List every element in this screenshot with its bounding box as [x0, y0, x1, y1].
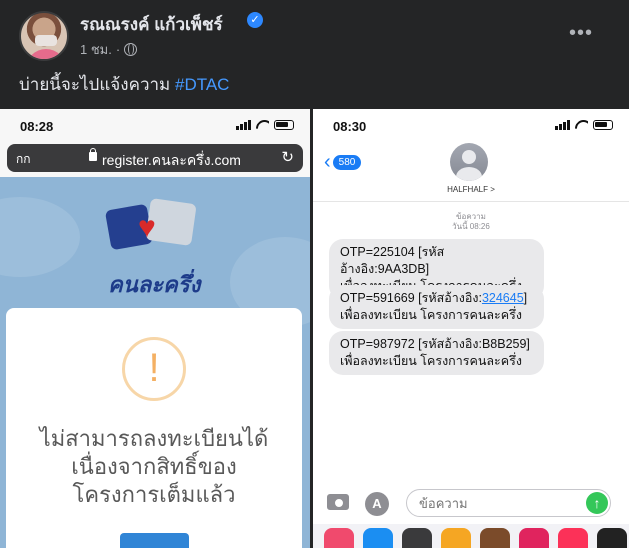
post-meta: 1 ชม. · — [80, 39, 138, 60]
imessage-app-icon[interactable] — [480, 528, 510, 548]
error-modal: ! ไม่สามารถลงทะเบียนได้ เนื่องจากสิทธิ์ข… — [6, 308, 302, 548]
imessage-app-tray — [313, 524, 629, 548]
date-label-line-1: ข้อความ — [456, 212, 486, 221]
status-time: 08:30 — [333, 119, 367, 134]
date-label: ข้อความ วันนี้ 08:26 — [313, 212, 629, 232]
message-bubble[interactable]: OTP=987972 [รหัสอ้างอิง:B8B259] เพื่อลงท… — [329, 331, 544, 375]
imessage-app-icon[interactable] — [324, 528, 354, 548]
reload-icon[interactable]: ↻ — [281, 148, 294, 166]
message-phone-link[interactable]: 324645 — [482, 291, 524, 305]
imessage-app-icon[interactable] — [402, 528, 432, 548]
verified-badge-icon: ✓ — [247, 12, 263, 28]
message-composer: A ↑ — [313, 484, 629, 524]
imessage-app-icon[interactable] — [363, 528, 393, 548]
message-otp-suffix: ] — [523, 291, 528, 305]
post-time[interactable]: 1 ชม. — [80, 39, 112, 60]
status-icons — [555, 120, 613, 130]
warning-icon: ! — [122, 337, 186, 401]
chevron-left-icon: ‹ — [324, 151, 331, 173]
contact-name[interactable]: HALFHALF > — [313, 185, 629, 194]
meta-separator: · — [115, 42, 121, 57]
puzzle-logo: ♥ — [104, 198, 200, 267]
more-horizontal-icon[interactable]: ••• — [569, 22, 593, 45]
caption-text: บ่ายนี้จะไปแจ้งความ — [19, 75, 171, 94]
camera-icon[interactable] — [327, 494, 349, 510]
message-line-1: OTP=225104 [รหัสอ้างอิง:9AA3DB] — [340, 244, 533, 278]
hashtag-link[interactable]: #DTAC — [175, 75, 229, 94]
wifi-icon — [256, 120, 269, 130]
facebook-post: รณณรงค์ แก้วเพ็ชร์ ✓ 1 ชม. · ••• บ่ายนี้… — [0, 0, 629, 548]
unread-count-badge: 580 — [332, 154, 362, 170]
avatar-mask — [35, 35, 57, 46]
author-avatar[interactable] — [19, 11, 69, 61]
imessage-app-icon[interactable] — [597, 528, 627, 548]
modal-message: ไม่สามารถลงทะเบียนได้ เนื่องจากสิทธิ์ของ… — [6, 425, 302, 509]
status-time: 08:28 — [20, 119, 54, 134]
contact-avatar-icon[interactable] — [450, 143, 488, 181]
globe-icon[interactable] — [124, 43, 138, 56]
wifi-icon — [575, 120, 588, 130]
date-label-line-2: วันนี้ 08:26 — [452, 222, 490, 231]
post-caption: บ่ายนี้จะไปแจ้งความ #DTAC — [19, 71, 229, 98]
message-line-1: OTP=591669 [รหัสอ้างอิง:324645] — [340, 290, 533, 307]
author-name[interactable]: รณณรงค์ แก้วเพ็ชร์ — [80, 11, 223, 38]
message-line-1: OTP=987972 [รหัสอ้างอิง:B8B259] — [340, 336, 533, 353]
message-input[interactable] — [406, 489, 611, 517]
status-icons — [236, 120, 294, 130]
app-store-icon[interactable]: A — [365, 492, 389, 516]
battery-icon — [593, 120, 613, 130]
back-button[interactable]: ‹ 580 — [324, 151, 362, 173]
modal-ok-button[interactable] — [120, 533, 189, 548]
message-bubble[interactable]: OTP=591669 [รหัสอ้างอิง:324645] เพื่อลงท… — [329, 285, 544, 329]
messages-screenshot[interactable]: 08:30 ‹ 580 HALFHALF > ข้อความ วันนี้ 08… — [313, 109, 629, 548]
message-otp-text: OTP=591669 [รหัสอ้างอิง: — [340, 291, 482, 305]
status-bar: 08:28 — [0, 109, 310, 141]
lock-icon — [89, 148, 97, 161]
heart-icon: ♥ — [138, 211, 156, 244]
modal-line-2: เนื่องจากสิทธิ์ของ — [71, 454, 237, 479]
imessage-app-icon[interactable] — [441, 528, 471, 548]
imessage-app-icon[interactable] — [519, 528, 549, 548]
signal-icon — [236, 120, 251, 130]
avatar-shirt — [26, 49, 66, 59]
reader-mode-button[interactable]: กก — [16, 150, 31, 169]
url-text[interactable]: register.คนละครึ่ง.com — [102, 150, 241, 172]
header-divider — [313, 201, 629, 202]
message-otp-text: OTP=225104 [รหัสอ้างอิง:9AA3DB] — [340, 245, 445, 276]
imessage-app-icon[interactable] — [558, 528, 588, 548]
address-bar[interactable]: กก register.คนละครึ่ง.com ↻ — [7, 144, 303, 172]
modal-line-3: โครงการเต็มแล้ว — [72, 482, 236, 507]
browser-screenshot[interactable]: 08:28 กก register.คนละครึ่ง.com ↻ ♥ คนละ… — [0, 109, 310, 548]
message-line-2: เพื่อลงทะเบียน โครงการคนละครึ่ง — [340, 308, 522, 322]
send-arrow-icon[interactable]: ↑ — [586, 492, 608, 514]
battery-icon — [274, 120, 294, 130]
message-otp-text: OTP=987972 [รหัสอ้างอิง:B8B259] — [340, 337, 530, 351]
signal-icon — [555, 120, 570, 130]
status-bar: 08:30 — [313, 109, 629, 141]
modal-line-1: ไม่สามารถลงทะเบียนได้ — [39, 426, 269, 451]
site-title: คนละครึ่ง — [108, 272, 201, 297]
message-line-2: เพื่อลงทะเบียน โครงการคนละครึ่ง — [340, 354, 522, 368]
